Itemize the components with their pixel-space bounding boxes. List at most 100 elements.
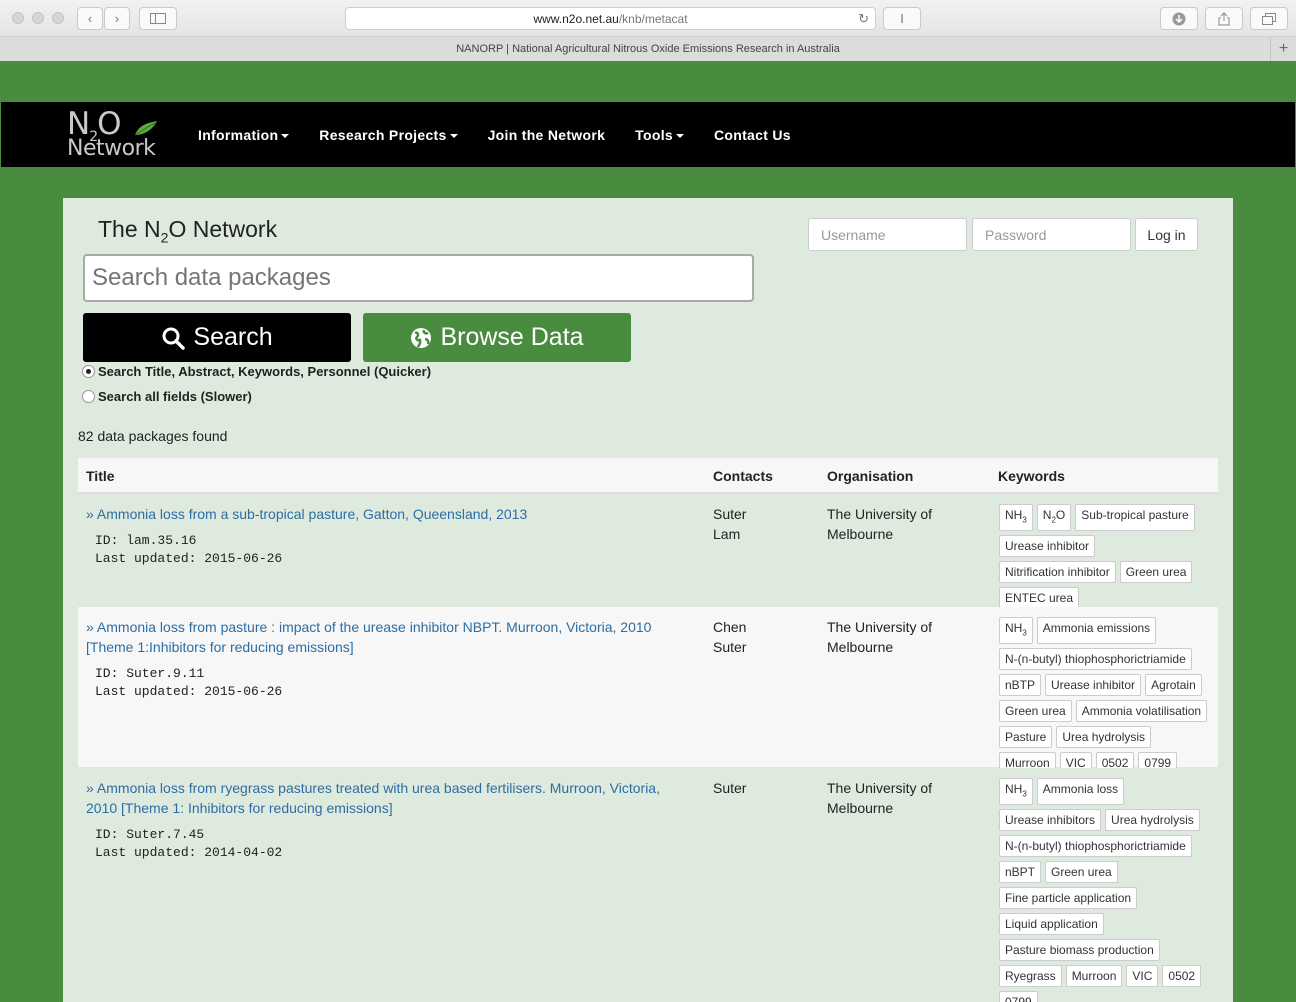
- nav-join-the-network[interactable]: Join the Network: [488, 127, 606, 143]
- site-navbar: N2O Network Information Research Project…: [1, 102, 1295, 167]
- results-count: 82 data packages found: [78, 428, 228, 444]
- url-path: /knb/metacat: [618, 11, 688, 26]
- keyword-tag[interactable]: nBPT: [999, 861, 1042, 884]
- reload-icon[interactable]: ↻: [858, 11, 869, 27]
- password-field[interactable]: Password: [972, 218, 1131, 251]
- keyword-tag[interactable]: N-(n-butyl) thiophosphorictriamide: [999, 648, 1192, 671]
- keyword-tag[interactable]: Pasture biomass production: [999, 939, 1160, 962]
- keyword-list: NH3 Ammonia emissions N-(n-butyl) thioph…: [999, 617, 1209, 775]
- dataset-updated: Last updated: 2015-06-26: [95, 684, 283, 699]
- search-input[interactable]: [83, 254, 754, 302]
- contact-name: Chen: [713, 619, 747, 635]
- dataset-title-link[interactable]: » Ammonia loss from pasture : impact of …: [86, 617, 686, 657]
- caret-down-icon: [449, 133, 458, 138]
- dataset-id: ID: Suter.7.45: [95, 827, 205, 842]
- share-icon: [1218, 11, 1230, 25]
- keyword-tag[interactable]: Liquid application: [999, 913, 1104, 936]
- keyword-tag[interactable]: Green urea: [999, 700, 1072, 723]
- page-title: The N2O Network: [98, 216, 278, 246]
- zoom-window-button[interactable]: [52, 12, 64, 24]
- keyword-tag[interactable]: Fine particle application: [999, 887, 1138, 910]
- keyword-tag[interactable]: NH3: [999, 778, 1033, 806]
- keyword-tag[interactable]: Ammonia loss: [1036, 778, 1125, 806]
- keyword-tag[interactable]: Urease inhibitor: [999, 535, 1096, 558]
- column-header-title[interactable]: Title: [86, 468, 115, 484]
- forward-button[interactable]: ›: [104, 7, 130, 30]
- search-option-all[interactable]: Search all fields (Slower): [82, 389, 252, 404]
- chevron-right-icon: ›: [114, 11, 120, 26]
- url-host: www.n2o.net.au: [533, 11, 619, 26]
- radio-all-label: Search all fields (Slower): [98, 389, 252, 404]
- downloads-button[interactable]: [1160, 7, 1198, 30]
- tabs-overview-button[interactable]: [1250, 7, 1288, 30]
- login-button[interactable]: Log in: [1135, 218, 1198, 251]
- new-tab-button[interactable]: +: [1270, 37, 1296, 61]
- dataset-contacts: Suter: [713, 778, 746, 798]
- active-tab-title[interactable]: NANORP | National Agricultural Nitrous O…: [456, 43, 840, 55]
- keyword-tag[interactable]: Agrotain: [1145, 674, 1202, 697]
- contact-name: Lam: [713, 526, 741, 542]
- back-button[interactable]: ‹: [77, 7, 103, 30]
- keyword-tag[interactable]: Urea hydrolysis: [1056, 726, 1152, 749]
- keyword-tag[interactable]: N2O: [1036, 504, 1072, 532]
- dataset-updated: Last updated: 2015-06-26: [95, 551, 283, 566]
- dataset-meta: ID: Suter.9.11 Last updated: 2015-06-26: [95, 665, 282, 701]
- keyword-tag[interactable]: Ryegrass: [999, 965, 1062, 988]
- nav-research-projects[interactable]: Research Projects: [319, 127, 458, 143]
- browse-button-label: Browse Data: [440, 323, 584, 351]
- keyword-tag[interactable]: Green urea: [1045, 861, 1118, 884]
- address-bar[interactable]: www.n2o.net.au/knb/metacat ↻: [345, 7, 876, 30]
- dataset-meta: ID: Suter.7.45 Last updated: 2014-04-02: [95, 826, 282, 862]
- reader-button[interactable]: I: [883, 7, 921, 30]
- keyword-tag[interactable]: Sub-tropical pasture: [1075, 504, 1195, 532]
- search-button[interactable]: Search: [83, 313, 351, 362]
- dataset-organisation: The University of Melbourne: [827, 506, 933, 542]
- column-header-contacts[interactable]: Contacts: [713, 468, 773, 484]
- browse-data-button[interactable]: Browse Data: [363, 313, 631, 362]
- keyword-tag[interactable]: Urea hydrolysis: [1105, 809, 1200, 832]
- leaf-icon: [134, 121, 157, 136]
- username-field[interactable]: Username: [808, 218, 967, 251]
- nav-information[interactable]: Information: [198, 127, 290, 143]
- logo-network-text: Network: [67, 136, 156, 161]
- nav-tools[interactable]: Tools: [635, 127, 684, 143]
- keyword-tag[interactable]: Nitrification inhibitor: [999, 561, 1116, 584]
- keyword-tag[interactable]: Green urea: [1119, 561, 1193, 584]
- share-button[interactable]: [1205, 7, 1243, 30]
- sidebar-toggle-button[interactable]: [139, 7, 177, 30]
- keyword-tag[interactable]: Murroon: [1065, 965, 1123, 988]
- dataset-title-link[interactable]: » Ammonia loss from a sub-tropical pastu…: [86, 504, 686, 524]
- dataset-contacts: Chen Suter: [713, 617, 746, 657]
- main-panel: The N2O Network Search Browse Data Searc…: [63, 198, 1233, 1002]
- nav-contact-us[interactable]: Contact Us: [714, 127, 791, 143]
- dataset-contacts: Suter Lam: [713, 504, 746, 544]
- keyword-tag[interactable]: NH3: [999, 504, 1033, 532]
- plus-icon: +: [1278, 40, 1289, 57]
- contact-name: Suter: [713, 639, 747, 655]
- keyword-tag[interactable]: Ammonia volatilisation: [1075, 700, 1208, 723]
- keyword-tag[interactable]: 0799: [999, 991, 1038, 1002]
- keyword-tag[interactable]: NH3: [999, 617, 1033, 645]
- keyword-tag[interactable]: N-(n-butyl) thiophosphorictriamide: [999, 835, 1192, 858]
- dataset-title-link[interactable]: » Ammonia loss from ryegrass pastures tr…: [86, 778, 686, 818]
- radio-quick[interactable]: [82, 365, 95, 378]
- search-option-quick[interactable]: Search Title, Abstract, Keywords, Person…: [82, 364, 431, 379]
- caret-down-icon: [675, 133, 684, 138]
- table-row: » Ammonia loss from pasture : impact of …: [78, 607, 1218, 775]
- keyword-tag[interactable]: Pasture: [999, 726, 1053, 749]
- column-header-organisation[interactable]: Organisation: [827, 468, 913, 484]
- table-row: » Ammonia loss from a sub-tropical pastu…: [78, 494, 1218, 610]
- keyword-tag[interactable]: 0502: [1162, 965, 1202, 988]
- keyword-tag[interactable]: Urease inhibitors: [999, 809, 1102, 832]
- download-icon: [1172, 12, 1186, 25]
- minimize-window-button[interactable]: [32, 12, 44, 24]
- dataset-organisation: The University of Melbourne: [827, 780, 933, 816]
- keyword-tag[interactable]: Urease inhibitor: [1045, 674, 1142, 697]
- site-logo[interactable]: N2O Network: [67, 106, 167, 164]
- radio-all[interactable]: [82, 390, 95, 403]
- column-header-keywords[interactable]: Keywords: [998, 468, 1065, 484]
- close-window-button[interactable]: [12, 12, 24, 24]
- keyword-tag[interactable]: VIC: [1126, 965, 1159, 988]
- keyword-tag[interactable]: Ammonia emissions: [1036, 617, 1157, 645]
- keyword-tag[interactable]: nBTP: [999, 674, 1042, 697]
